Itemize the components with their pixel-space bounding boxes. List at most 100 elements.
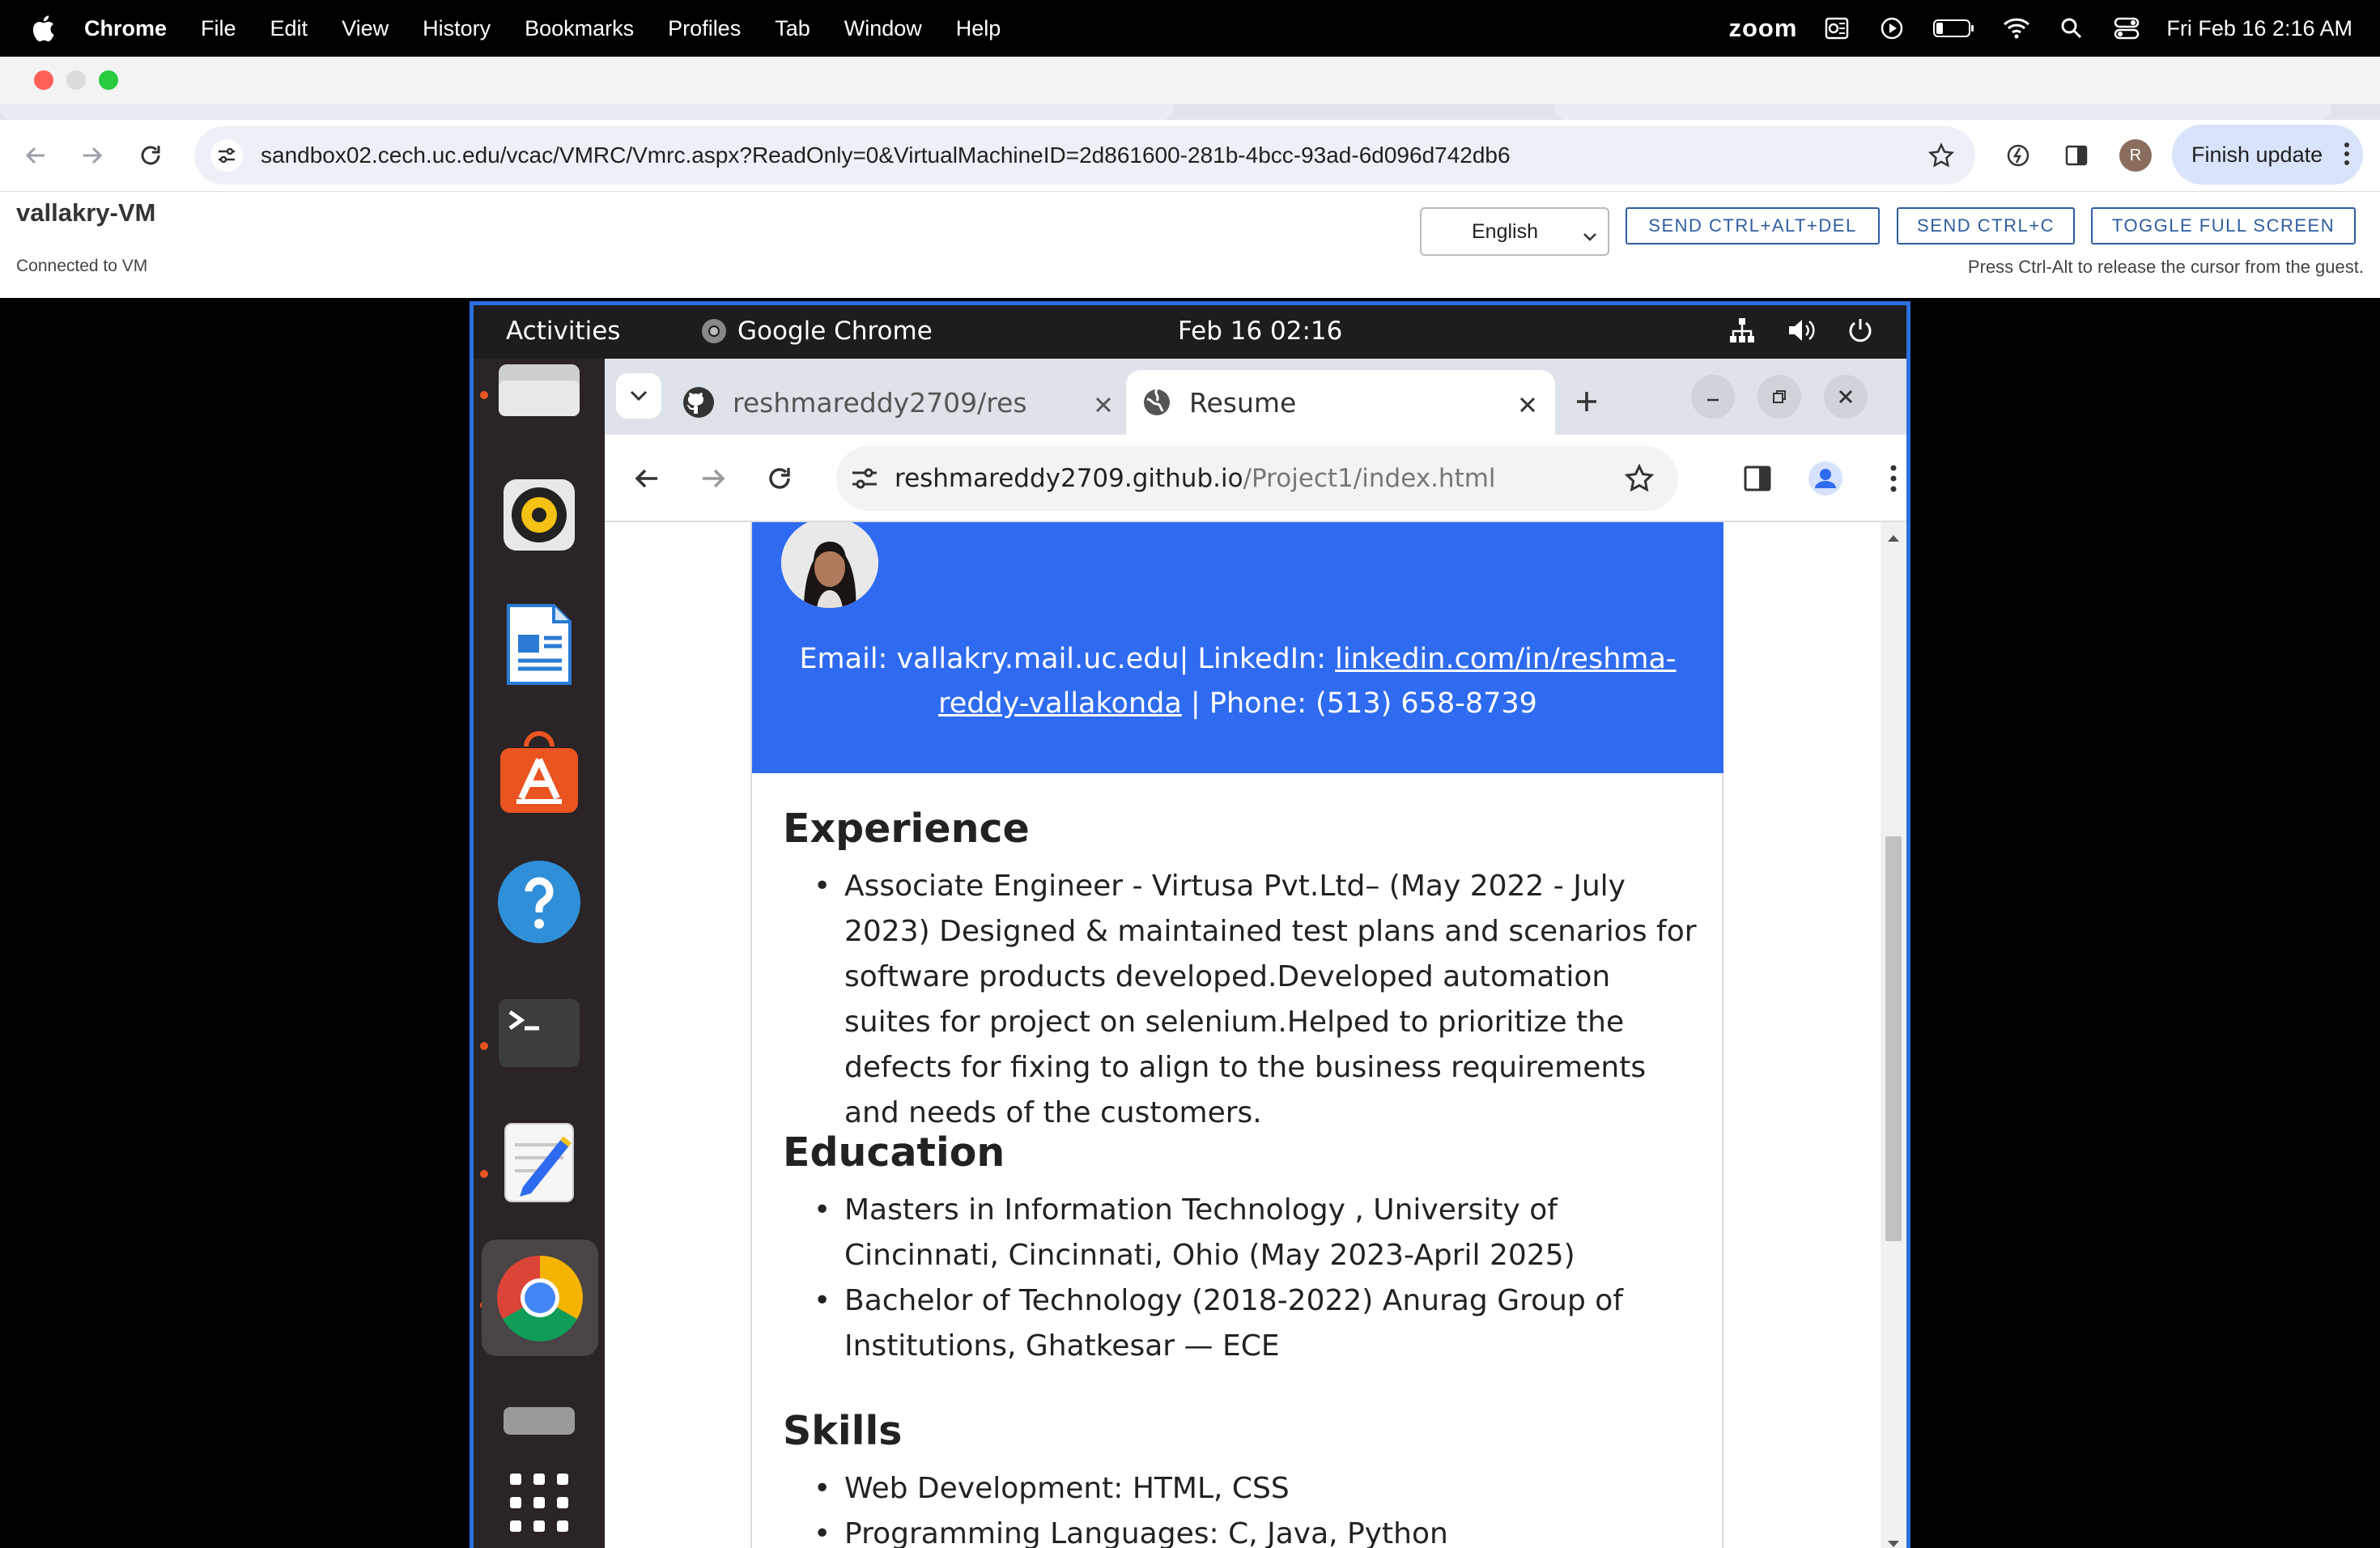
url-path[interactable]: /Project1/index.html [1243,464,1496,493]
resume-page[interactable]: Email: vallakry.mail.uc.edu| LinkedIn: l… [605,522,1881,1548]
system-tray[interactable] [1728,317,1874,347]
bookmark-star-icon[interactable] [1927,142,1955,172]
finish-update-button[interactable]: Finish update [2172,125,2363,185]
menu-edit[interactable]: Edit [270,16,308,41]
side-panel-icon[interactable] [1733,454,1782,503]
tab-github-label: reshmareddy2709/res [733,386,1027,419]
ubuntu-software-icon[interactable] [493,726,585,819]
reload-button[interactable] [126,131,175,180]
experience-list: Associate Engineer - Virtusa Pvt.Ltd– (M… [814,864,1704,1136]
running-indicator [480,1170,488,1178]
minimize-window-button[interactable] [66,70,86,90]
menu-history[interactable]: History [423,16,491,41]
forward-button[interactable] [689,454,737,503]
back-button[interactable] [11,131,60,180]
page-scrollbar[interactable] [1881,522,1906,1548]
contact-line: Email: vallakry.mail.uc.edu| LinkedIn: l… [784,637,1691,726]
menu-window[interactable]: Window [844,16,922,41]
forward-button[interactable] [68,131,117,180]
files-drawer-icon[interactable] [493,1372,585,1465]
vm-console[interactable]: Activities Google Chrome Feb 16 02:16 re… [470,301,1910,1548]
cursor-release-hint: Press Ctrl-Alt to release the cursor fro… [1967,257,2364,277]
volume-icon[interactable] [1787,317,1816,347]
reload-button[interactable] [755,454,804,503]
scroll-down-arrow-icon[interactable] [1887,1537,1900,1548]
tab-hint-2[interactable] [1554,104,2331,120]
power-icon[interactable] [1847,317,1874,347]
help-icon[interactable] [493,856,585,948]
app-menu[interactable]: Google Chrome [700,317,933,346]
show-applications-icon[interactable] [493,1457,585,1548]
zoom-status-item[interactable]: zoom [1728,14,1797,43]
host-browser-toolbar: sandbox02.cech.uc.edu/vcac/VMRC/Vmrc.asp… [0,120,2380,191]
network-icon[interactable] [1728,317,1756,347]
guest-browser-toolbar: reshmareddy2709.github.io/Project1/index… [605,435,1906,522]
gnome-clock[interactable]: Feb 16 02:16 [1178,317,1342,346]
zoom-window-button[interactable] [99,70,118,90]
menubar-clock[interactable]: Fri Feb 16 2:16 AM [2166,16,2352,41]
libreoffice-writer-icon[interactable] [493,598,585,691]
send-ctrl-c-button[interactable]: SEND CTRL+C [1897,207,2075,245]
minimize-button[interactable] [1691,375,1735,419]
menu-bookmarks[interactable]: Bookmarks [525,16,634,41]
address-bar[interactable]: sandbox02.cech.uc.edu/vcac/VMRC/Vmrc.asp… [194,126,1975,185]
site-info-icon[interactable] [851,466,878,491]
menu-view[interactable]: View [342,16,389,41]
apple-icon[interactable] [29,15,57,42]
performance-icon[interactable] [1994,131,2042,180]
side-panel-icon[interactable] [2052,131,2101,180]
menu-profiles[interactable]: Profiles [668,16,741,41]
activities-button[interactable]: Activities [506,317,620,346]
google-chrome-dock-icon[interactable] [482,1240,598,1356]
language-select[interactable]: English [1420,207,1609,256]
profile-avatar-icon[interactable] [1801,454,1850,503]
tab-resume[interactable]: Resume [1126,370,1555,435]
globe-icon [1142,388,1171,417]
scroll-up-arrow-icon[interactable] [1887,532,1900,546]
rhythmbox-icon[interactable] [493,469,585,561]
guest-tab-strip: reshmareddy2709/res Resume [605,359,1906,435]
back-button[interactable] [623,454,671,503]
toggle-full-screen-label: TOGGLE FULL SCREEN [2111,215,2335,236]
menu-chrome[interactable]: Chrome [84,16,167,41]
more-menu-icon[interactable] [1869,454,1906,503]
education-list: Masters in Information Technology , Univ… [814,1188,1704,1369]
tab-github[interactable]: reshmareddy2709/res [682,370,1124,435]
menu-file[interactable]: File [201,16,236,41]
menu-tab[interactable]: Tab [775,16,810,41]
app-menu-label: Google Chrome [737,317,933,346]
url-host[interactable]: reshmareddy2709.github.io [895,464,1243,493]
files-app-icon[interactable] [493,342,585,435]
bookmark-star-icon[interactable] [1624,463,1655,500]
profile-photo [781,522,878,608]
menu-help[interactable]: Help [956,16,1001,41]
more-menu-icon[interactable] [2344,141,2350,172]
wifi-icon[interactable] [2001,13,2032,44]
play-circle-icon[interactable] [1876,13,1907,44]
tab-resume-label: Resume [1189,386,1297,419]
skills-heading: Skills [783,1408,903,1454]
close-tab-icon[interactable] [1094,389,1113,421]
site-info-icon[interactable] [210,139,243,172]
close-window-button[interactable] [34,70,53,90]
control-center-icon[interactable] [2111,13,2142,44]
profile-avatar[interactable]: R [2119,139,2152,172]
guest-address-bar[interactable]: reshmareddy2709.github.io/Project1/index… [836,446,1678,511]
scrollbar-thumb[interactable] [1885,836,1902,1241]
battery-icon[interactable] [1932,13,1977,44]
outlook-icon[interactable] [1821,13,1852,44]
tab-search-button[interactable] [616,373,661,419]
tab-hint-1[interactable] [0,104,1174,120]
terminal-icon[interactable] [493,987,585,1079]
close-button[interactable] [1824,375,1868,419]
spotlight-search-icon[interactable] [2056,13,2087,44]
contact-email: Email: vallakry.mail.uc.edu| LinkedIn: [799,643,1336,675]
list-item: Associate Engineer - Virtusa Pvt.Ltd– (M… [814,864,1704,1136]
url-text[interactable]: sandbox02.cech.uc.edu/vcac/VMRC/Vmrc.asp… [261,142,1511,168]
text-editor-icon[interactable] [493,1116,585,1209]
restore-button[interactable] [1757,375,1801,419]
send-ctrl-alt-del-button[interactable]: SEND CTRL+ALT+DEL [1626,207,1880,245]
toggle-full-screen-button[interactable]: TOGGLE FULL SCREEN [2091,207,2356,245]
close-tab-icon[interactable] [1518,389,1537,421]
new-tab-button[interactable] [1566,381,1607,422]
